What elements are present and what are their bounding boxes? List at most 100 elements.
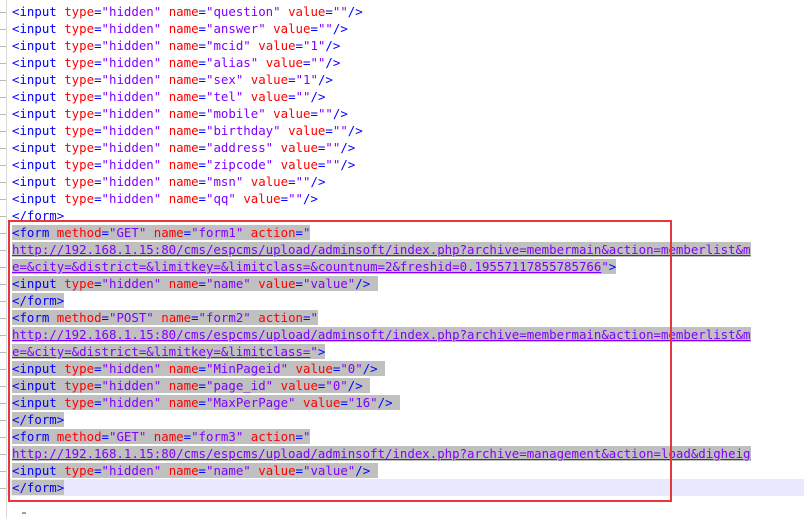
code-line-url[interactable]: e=&city=&district=&limitkey=&limitclass=… [12, 343, 804, 360]
line-text: <input type="hidden" name="tel" value=""… [12, 89, 325, 104]
tag-token: = [198, 191, 206, 206]
fold-tick [0, 352, 6, 353]
code-line-form-open[interactable]: <form method="GET" name="form1" action=" [12, 224, 804, 241]
tag-token: </form> [12, 208, 65, 223]
tag-token: <form [12, 429, 57, 444]
tag-token: = [101, 310, 109, 325]
tag-token: <input [12, 123, 65, 138]
attr-token: name [153, 429, 184, 444]
code-line-input[interactable]: <input type="hidden" name="answer" value… [12, 20, 804, 37]
code-editor[interactable]: <input type="hidden" name="question" val… [0, 0, 804, 518]
code-line-form-close[interactable]: </form> [12, 479, 804, 496]
code-line-form-close[interactable]: </form> [12, 411, 804, 428]
attr-token: value [273, 21, 311, 36]
fold-tick [0, 216, 6, 217]
value-token: "hidden" [101, 123, 162, 138]
fold-tick [0, 420, 6, 421]
fold-tick [0, 403, 6, 404]
fold-margin[interactable] [0, 0, 7, 518]
tag-token: /> [325, 55, 341, 70]
tag-token: /> [325, 38, 341, 53]
tag-token: = [295, 429, 304, 444]
value-token: "hidden" [101, 276, 162, 291]
value-token: "" [317, 21, 333, 36]
value-token: " [310, 310, 318, 325]
fold-tick [0, 488, 6, 489]
value-token: "mcid" [206, 38, 251, 53]
code-line-url[interactable]: http://192.168.1.15:80/cms/espcms/upload… [12, 326, 804, 343]
code-line-input[interactable]: <input type="hidden" name="mobile" value… [12, 105, 804, 122]
code-line-input[interactable]: <input type="hidden" name="tel" value=""… [12, 88, 804, 105]
selected-text: http://192.168.1.15:80/cms/espcms/upload… [12, 446, 751, 461]
code-line-input[interactable]: <input type="hidden" name="sex" value="1… [12, 71, 804, 88]
fold-tick [0, 318, 6, 319]
code-line-input[interactable]: <input type="hidden" name="page_id" valu… [12, 377, 804, 394]
code-line-url[interactable]: http://192.168.1.15:80/cms/espcms/upload… [12, 445, 804, 462]
fold-tick [0, 250, 6, 251]
code-line-url[interactable]: e=&city=&district=&limitkey=&limitclass=… [12, 258, 804, 275]
tag-token: = [94, 157, 102, 172]
value-token: "answer" [206, 21, 266, 36]
tag-token: <input [12, 191, 65, 206]
fold-tick [0, 12, 6, 13]
code-line-input[interactable]: <input type="hidden" name="msn" value=""… [12, 173, 804, 190]
code-line-input[interactable]: <input type="hidden" name="name" value="… [12, 462, 804, 479]
value-token: " [303, 429, 311, 444]
code-line-input[interactable]: <input type="hidden" name="question" val… [12, 3, 804, 20]
code-line-form-open[interactable]: <form method="POST" name="form2" action=… [12, 309, 804, 326]
tag-token: = [94, 191, 102, 206]
code-line-url[interactable]: http://192.168.1.15:80/cms/espcms/upload… [12, 241, 804, 258]
value-token: "form2" [198, 310, 251, 325]
value-token: "msn" [206, 174, 244, 189]
tag-token: = [198, 72, 206, 87]
attr-token: name [168, 140, 199, 155]
attr-token: type [64, 38, 95, 53]
code-line-input[interactable]: <input type="hidden" name="name" value="… [12, 275, 804, 292]
attr-token: type [64, 21, 95, 36]
tag-token: = [288, 89, 296, 104]
code-line-form-close[interactable]: </form> [12, 207, 804, 224]
code-line-form-open[interactable]: <form method="GET" name="form3" action=" [12, 428, 804, 445]
code-line-input[interactable]: <input type="hidden" name="MinPageid" va… [12, 360, 804, 377]
attr-token: value [250, 89, 289, 104]
tag-token: <input [12, 463, 65, 478]
tag-token: </form> [12, 480, 65, 495]
fold-tick [0, 301, 6, 302]
value-token: "hidden" [101, 21, 162, 36]
code-line-input[interactable]: <input type="hidden" name="mcid" value="… [12, 37, 804, 54]
code-line-input[interactable]: <input type="hidden" name="address" valu… [12, 139, 804, 156]
attr-token: name [168, 21, 199, 36]
selected-text: http://192.168.1.15:80/cms/espcms/upload… [12, 327, 751, 342]
tag-token: /> [362, 361, 378, 376]
code-line-input[interactable]: <input type="hidden" name="alias" value=… [12, 54, 804, 71]
tag-token: = [198, 395, 206, 410]
tag-token: <input [12, 38, 65, 53]
tag-token: /> [332, 21, 348, 36]
code-line-input[interactable]: <input type="hidden" name="birthday" val… [12, 122, 804, 139]
tag-token: /> [347, 4, 363, 19]
code-line-form-close[interactable]: </form> [12, 292, 804, 309]
attr-token: type [64, 276, 95, 291]
tag-token: = [94, 378, 102, 393]
value-token: "hidden" [101, 140, 162, 155]
selected-text: e=&city=&district=&limitkey=&limitclass=… [12, 344, 326, 359]
code-area[interactable]: <input type="hidden" name="question" val… [12, 3, 804, 496]
attr-token: type [64, 378, 95, 393]
tag-token: = [295, 38, 304, 53]
fold-tick [0, 437, 6, 438]
line-text: <input type="hidden" name="birthday" val… [12, 123, 363, 138]
code-line-input[interactable]: <input type="hidden" name="MaxPerPage" v… [12, 394, 804, 411]
value-token: "" [310, 55, 326, 70]
code-line-input[interactable]: <input type="hidden" name="zipcode" valu… [12, 156, 804, 173]
code-line-input[interactable]: <input type="hidden" name="qq" value=""/… [12, 190, 804, 207]
